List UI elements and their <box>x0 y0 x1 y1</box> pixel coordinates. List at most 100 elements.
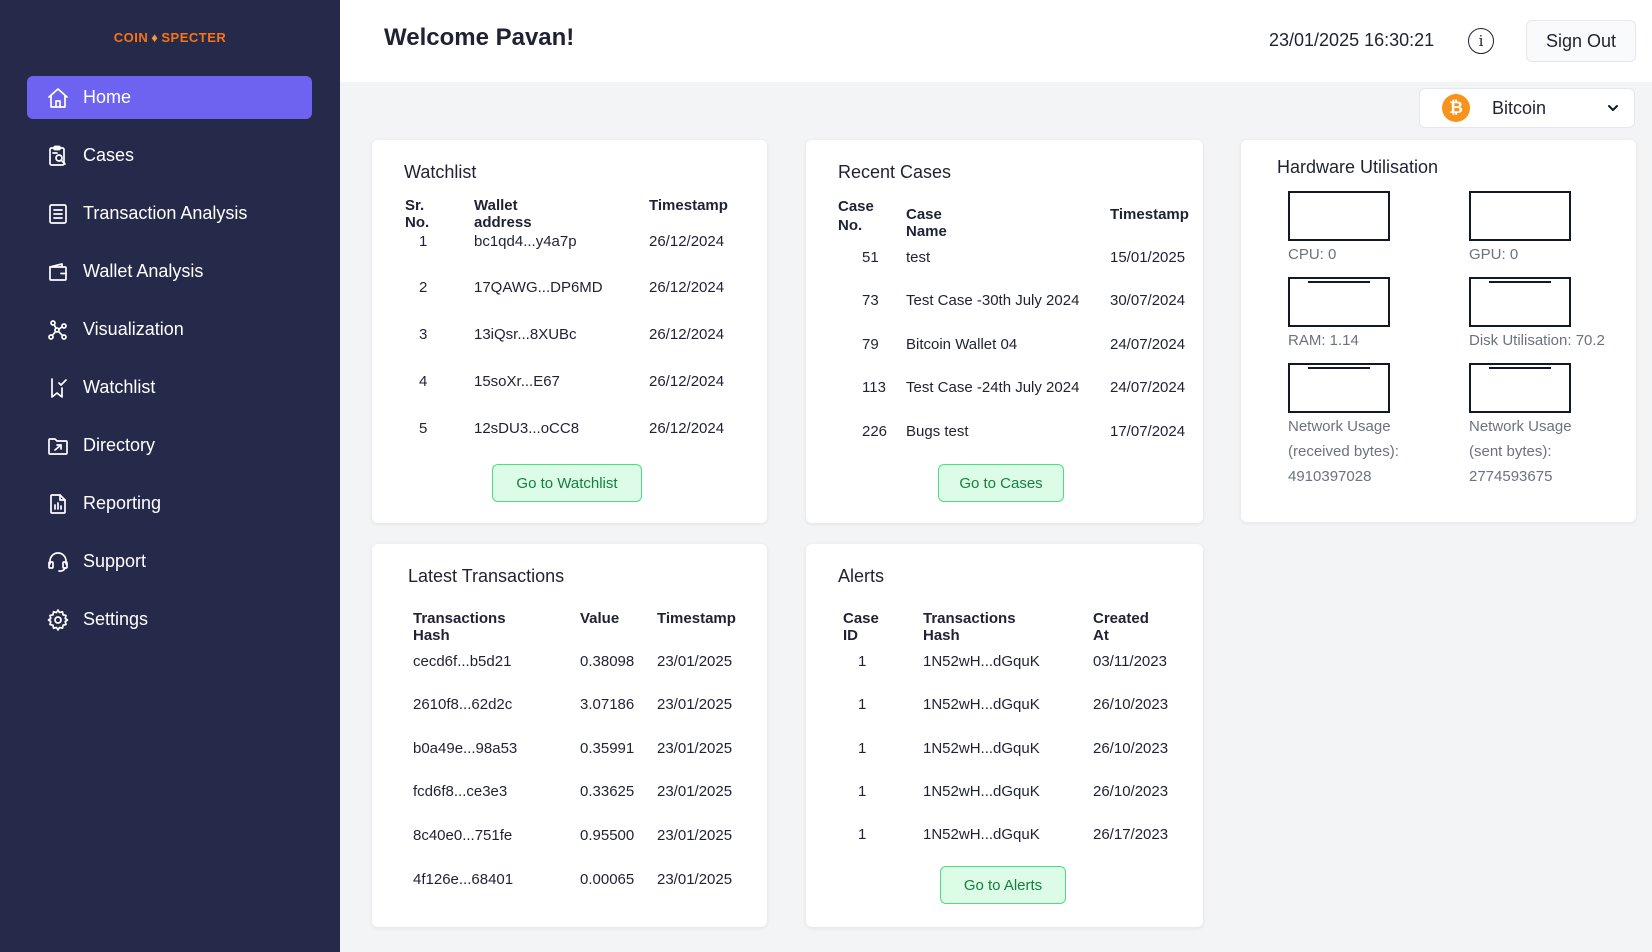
recent-cases-header-timestamp: Timestamp <box>1110 206 1189 223</box>
alert-cell-hash[interactable]: 1N52wH...dGquK <box>923 653 1040 670</box>
watchlist-cell-wallet[interactable]: 13iQsr...8XUBc <box>474 326 577 343</box>
alert-cell-created: 26/10/2023 <box>1093 696 1169 713</box>
network-received-gauge-bar <box>1308 367 1370 369</box>
alert-cell-hash[interactable]: 1N52wH...dGquK <box>923 783 1040 800</box>
label-line: Network Usage <box>1469 418 1572 435</box>
cpu-gauge <box>1288 191 1390 241</box>
case-cell-name[interactable]: Bitcoin Wallet 04 <box>906 336 1017 353</box>
sidebar-item-cases[interactable]: Cases <box>27 134 312 177</box>
top-header: Welcome Pavan! 23/01/2025 16:30:21 i Sig… <box>340 0 1652 82</box>
sidebar-item-label: Support <box>83 551 147 571</box>
hardware-title: Hardware Utilisation <box>1277 157 1439 177</box>
sidebar-item-directory[interactable]: Directory <box>27 424 312 467</box>
recent-cases-title: Recent Cases <box>838 162 952 182</box>
alert-cell-hash[interactable]: 1N52wH...dGquK <box>923 826 1040 843</box>
label-line: Network Usage <box>1288 418 1391 435</box>
alert-cell-hash[interactable]: 1N52wH...dGquK <box>923 696 1040 713</box>
wallet-icon <box>45 259 71 285</box>
watchlist-header-timestamp: Timestamp <box>649 197 728 214</box>
transaction-cell-timestamp: 23/01/2025 <box>657 827 733 844</box>
go-to-cases-button[interactable]: Go to Cases <box>938 464 1064 502</box>
info-icon[interactable]: i <box>1468 28 1494 54</box>
alert-cell-created: 26/10/2023 <box>1093 783 1169 800</box>
recent-cases-card: Recent Cases Case No. Case Name Timestamp… <box>806 140 1203 523</box>
directory-icon <box>45 433 71 459</box>
coin-select[interactable]: ₿ Bitcoin <box>1419 88 1635 128</box>
watchlist-cell-wallet[interactable]: 12sDU3...oCC8 <box>474 420 579 437</box>
network-received-label: Network Usage (received bytes): 49103970… <box>1288 414 1399 489</box>
transaction-cell-value: 3.07186 <box>580 696 635 713</box>
watchlist-card: Watchlist Sr. No. Wallet address Timesta… <box>372 140 767 523</box>
transaction-cell-hash[interactable]: cecd6f...b5d21 <box>413 653 511 670</box>
watchlist-header-srno: Sr. No. <box>405 197 430 231</box>
cases-icon <box>45 143 71 169</box>
flame-icon: ♦ <box>151 30 159 45</box>
watchlist-cell-srno: 2 <box>419 279 428 296</box>
sidebar-nav: Home Cases Transaction Analysis Wallet A… <box>27 76 312 656</box>
transaction-cell-hash[interactable]: 8c40e0...751fe <box>413 827 512 844</box>
gpu-gauge <box>1469 191 1571 241</box>
case-cell-name[interactable]: Test Case -24th July 2024 <box>906 379 1079 396</box>
sidebar-item-watchlist[interactable]: Watchlist <box>27 366 312 409</box>
disk-gauge <box>1469 277 1571 327</box>
alert-cell-caseid: 1 <box>858 826 867 843</box>
case-cell-timestamp: 15/01/2025 <box>1110 249 1186 266</box>
transactions-header-timestamp: Timestamp <box>657 610 736 627</box>
transaction-cell-timestamp: 23/01/2025 <box>657 871 733 888</box>
hardware-utilisation-card: Hardware Utilisation CPU: 0 GPU: 0 RAM: … <box>1241 140 1636 522</box>
header-line: No. <box>838 217 863 234</box>
sidebar-item-reporting[interactable]: Reporting <box>27 482 312 525</box>
alert-cell-hash[interactable]: 1N52wH...dGquK <box>923 740 1040 757</box>
alert-cell-caseid: 1 <box>858 740 867 757</box>
case-cell-number: 51 <box>862 249 879 266</box>
watchlist-cell-timestamp: 26/12/2024 <box>649 420 725 437</box>
case-cell-name[interactable]: test <box>906 249 930 266</box>
watchlist-cell-wallet[interactable]: bc1qd4...y4a7p <box>474 233 577 250</box>
watchlist-header-wallet: Wallet address <box>474 197 532 231</box>
case-cell-number: 79 <box>862 336 879 353</box>
alert-cell-caseid: 1 <box>858 653 867 670</box>
header-line: Case <box>838 198 874 215</box>
alerts-header-created: Created At <box>1093 610 1149 644</box>
sidebar-item-label: Settings <box>83 609 149 629</box>
sidebar-item-label: Cases <box>83 145 135 165</box>
coin-select-value: Bitcoin <box>1492 97 1547 118</box>
transaction-cell-hash[interactable]: 4f126e...68401 <box>413 871 513 888</box>
transaction-cell-value: 0.00065 <box>580 871 635 888</box>
sidebar-item-settings[interactable]: Settings <box>27 598 312 641</box>
reporting-icon <box>45 491 71 517</box>
latest-transactions-title: Latest Transactions <box>408 566 565 586</box>
alert-cell-caseid: 1 <box>858 696 867 713</box>
transaction-cell-value: 0.38098 <box>580 653 635 670</box>
label-line: (received bytes): <box>1288 443 1399 460</box>
watchlist-cell-wallet[interactable]: 17QAWG...DP6MD <box>474 279 603 296</box>
go-to-watchlist-button[interactable]: Go to Watchlist <box>492 464 642 502</box>
case-cell-name[interactable]: Test Case -30th July 2024 <box>906 292 1079 309</box>
case-cell-number: 226 <box>862 423 888 440</box>
alert-cell-caseid: 1 <box>858 783 867 800</box>
alert-cell-created: 26/17/2023 <box>1093 826 1169 843</box>
transaction-cell-timestamp: 23/01/2025 <box>657 740 733 757</box>
label-line: (sent bytes): <box>1469 443 1552 460</box>
sidebar-item-visualization[interactable]: Visualization <box>27 308 312 351</box>
transaction-cell-hash[interactable]: b0a49e...98a53 <box>413 740 517 757</box>
app-logo[interactable]: COIN ♦ SPECTER <box>0 30 340 45</box>
recent-cases-header-caseno: Case No. <box>838 197 874 235</box>
sidebar-item-label: Home <box>83 87 132 107</box>
case-cell-name[interactable]: Bugs test <box>906 423 969 440</box>
sign-out-button[interactable]: Sign Out <box>1526 20 1636 62</box>
sidebar-item-wallet-analysis[interactable]: Wallet Analysis <box>27 250 312 293</box>
sidebar-item-label: Watchlist <box>83 377 156 397</box>
watchlist-cell-wallet[interactable]: 15soXr...E67 <box>474 373 560 390</box>
transaction-cell-hash[interactable]: 2610f8...62d2c <box>413 696 512 713</box>
sidebar-item-support[interactable]: Support <box>27 540 312 583</box>
alerts-title: Alerts <box>838 566 885 586</box>
network-sent-label: Network Usage (sent bytes): 2774593675 <box>1469 414 1572 489</box>
transaction-cell-hash[interactable]: fcd6f8...ce3e3 <box>413 783 507 800</box>
alerts-card: Alerts Case ID Transactions Hash Created… <box>806 544 1203 927</box>
sidebar-item-home[interactable]: Home <box>27 76 312 119</box>
go-to-alerts-button[interactable]: Go to Alerts <box>940 866 1066 904</box>
current-datetime: 23/01/2025 16:30:21 <box>1269 30 1435 50</box>
recent-cases-header-name: Case Name <box>906 206 947 240</box>
sidebar-item-transaction-analysis[interactable]: Transaction Analysis <box>27 192 312 235</box>
